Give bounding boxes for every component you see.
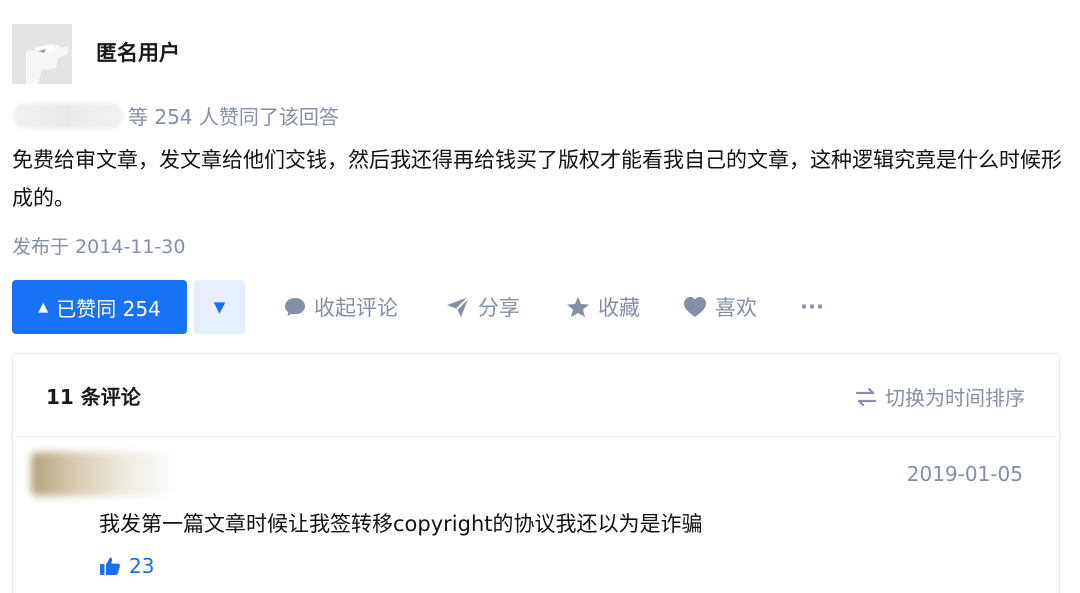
like-button[interactable]: 喜欢 <box>683 280 757 334</box>
comments-count: 11 条评论 <box>46 385 141 409</box>
anonymous-avatar-icon <box>12 24 72 84</box>
voters-line: 等 254 人赞同了该回答 <box>12 101 339 130</box>
swap-arrows-icon <box>855 387 877 406</box>
heart-icon <box>684 297 706 317</box>
comment-text: 我发第一篇文章时候让我签转移copyright的协议我还以为是诈骗 <box>99 512 703 536</box>
answer-content: 免费给审文章，发文章给他们交钱，然后我还得再给钱买了版权才能看我自己的文章，这种… <box>12 148 1062 210</box>
vote-up-button[interactable]: ▲ 已赞同 254 <box>12 280 187 334</box>
collapse-comments-label: 收起评论 <box>314 296 398 320</box>
more-options-button[interactable]: ··· <box>800 280 824 334</box>
action-bar: ▲ 已赞同 254 ▼ <box>12 280 245 334</box>
like-label: 喜欢 <box>715 296 757 320</box>
comment-like-count: 23 <box>129 554 155 578</box>
sort-toggle-button[interactable]: 切换为时间排序 <box>855 382 1025 411</box>
author-name[interactable]: 匿名用户 <box>96 37 180 67</box>
sort-toggle-label: 切换为时间排序 <box>885 386 1025 410</box>
blurred-commenter[interactable] <box>31 452 179 496</box>
blurred-voter-name[interactable] <box>12 102 124 129</box>
collapse-comments-button[interactable]: 收起评论 <box>284 280 398 334</box>
paper-plane-icon <box>447 296 470 317</box>
publish-date[interactable]: 发布于 2014-11-30 <box>12 232 185 259</box>
triangle-up-icon: ▲ <box>38 299 49 315</box>
favorite-button[interactable]: 收藏 <box>566 280 640 334</box>
comment-date: 2019-01-05 <box>906 462 1023 486</box>
vote-down-button[interactable]: ▼ <box>194 280 245 334</box>
voters-text[interactable]: 等 254 人赞同了该回答 <box>128 101 339 130</box>
share-label: 分享 <box>478 296 520 320</box>
answer-card: 匿名用户 等 254 人赞同了该回答 免费给审文章，发文章给他们交钱，然后我还得… <box>0 0 1080 593</box>
star-icon <box>567 297 589 317</box>
comment-bubble-icon <box>285 298 305 316</box>
comments-header: 11 条评论 切换为时间排序 <box>13 354 1059 437</box>
triangle-down-icon: ▼ <box>213 298 226 316</box>
share-button[interactable]: 分享 <box>446 280 520 334</box>
more-dots-icon: ··· <box>800 295 824 319</box>
comments-panel: 11 条评论 切换为时间排序 2019-01-05 我发第一篇文章时候让我签转移… <box>12 353 1060 593</box>
comment-like-button[interactable]: 23 <box>99 554 154 578</box>
avatar[interactable] <box>12 24 72 84</box>
thumbs-up-icon <box>100 557 120 575</box>
author-row: 匿名用户 <box>12 24 180 84</box>
vote-up-label: 已赞同 254 <box>56 296 161 321</box>
favorite-label: 收藏 <box>598 296 640 320</box>
